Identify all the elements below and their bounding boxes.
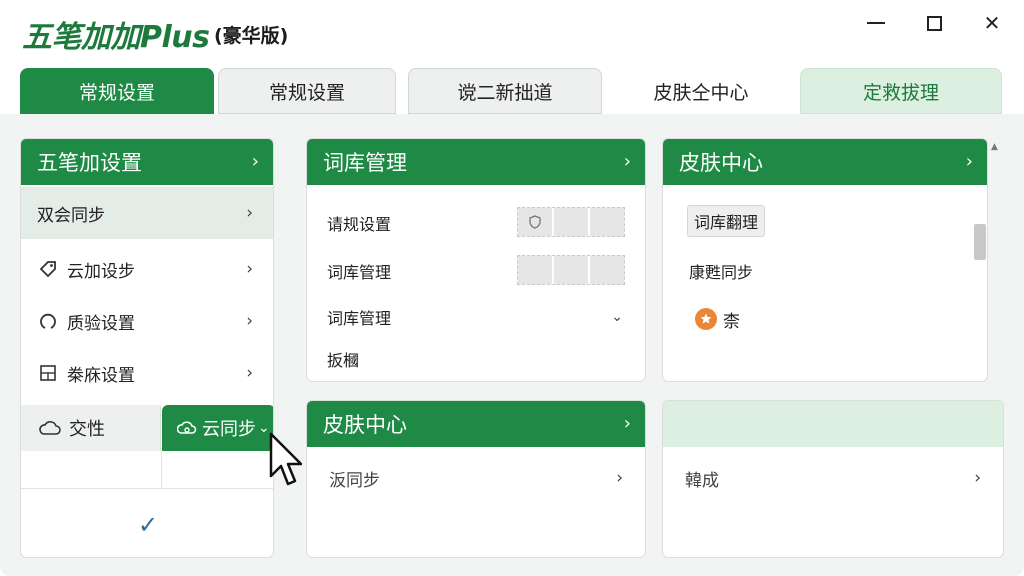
- maximize-icon: [926, 15, 942, 31]
- shield-icon: [518, 208, 554, 236]
- lexicon-manage-button[interactable]: 词库翻理: [687, 205, 766, 237]
- minimize-button[interactable]: [856, 6, 896, 40]
- skin-panel-2-header[interactable]: 皮肤中心 ›: [307, 401, 645, 447]
- skin-panel-2-title: 皮肤中心: [323, 413, 407, 437]
- subtab-content: [21, 451, 273, 489]
- lexicon-row-label: 词库管理: [327, 263, 392, 282]
- chevron-right-icon: ›: [246, 259, 253, 279]
- cloud-sync-icon: [176, 417, 198, 439]
- extra-panel-row[interactable]: 韓成 ›: [663, 461, 1003, 495]
- settings-panel: 五笔加设置 › 双会同步 › 云加设步 › 质验设置 › 桊庥设置 › 交性 云…: [20, 138, 274, 558]
- settings-panel-title: 五笔加设置: [37, 151, 142, 175]
- sidebar-item-label: 质验设置: [67, 313, 135, 334]
- tab-general-2[interactable]: 常规设置: [218, 68, 396, 114]
- tab-skin-center[interactable]: 皮肤仝中心: [604, 68, 798, 114]
- subtab-local[interactable]: 交性: [21, 405, 161, 451]
- minimize-icon: [867, 22, 885, 24]
- title-bar: 五笔加加Plus (豪华版) ✕: [0, 0, 1024, 62]
- extra-panel-header[interactable]: [663, 401, 1003, 447]
- extra-panel: 韓成 ›: [662, 400, 1004, 558]
- chevron-right-icon: ›: [246, 363, 253, 383]
- lexicon-row-label: 词库管理: [327, 309, 392, 328]
- lexicon-panel-title: 词库管理: [323, 151, 407, 175]
- chevron-right-icon: ›: [246, 203, 253, 223]
- skin-panel-2-row[interactable]: 汳同步 ›: [307, 461, 645, 495]
- chevron-right-icon: ›: [623, 413, 631, 434]
- chevron-right-icon: ›: [974, 468, 981, 488]
- tab-general-1[interactable]: 常规设置: [20, 68, 214, 114]
- mouse-cursor-icon: [268, 432, 303, 492]
- lexicon-field-2[interactable]: [517, 255, 625, 285]
- chevron-right-icon: ›: [623, 151, 631, 172]
- sidebar-item-sync[interactable]: 双会同步 ›: [21, 187, 273, 239]
- lexicon-panel-header[interactable]: 词库管理 ›: [307, 139, 645, 185]
- lexicon-row-4: 扳槶: [307, 343, 645, 375]
- skin-sync-row: 康甦同步: [663, 255, 987, 287]
- subtab-local-label: 交性: [69, 419, 105, 440]
- sidebar-item-label: 云加设步: [67, 261, 135, 282]
- app-window: 五笔加加Plus (豪华版) ✕ 常规设置 常规设置 谠二新拙道 皮肤仝中心 定…: [0, 0, 1024, 576]
- sidebar-item-label: 桊庥设置: [67, 365, 135, 386]
- sidebar-item-quality[interactable]: 质验设置 ›: [21, 295, 273, 347]
- skin-panel: 皮肤中心 › 词库翻理 康甦同步 柰: [662, 138, 988, 382]
- lexicon-row-label: 请规设置: [327, 215, 392, 234]
- chevron-right-icon: ›: [246, 311, 253, 331]
- settings-panel-header[interactable]: 五笔加设置 ›: [21, 139, 273, 185]
- tag-icon: [37, 258, 59, 280]
- skin-sync-label: 康甦同步: [689, 263, 754, 282]
- scrollbar-thumb[interactable]: [974, 224, 986, 260]
- chevron-down-icon: ⌄: [611, 309, 623, 325]
- skin-panel-header[interactable]: 皮肤中心 ›: [663, 139, 987, 185]
- chevron-right-icon: ›: [965, 151, 973, 172]
- sidebar-item-layout[interactable]: 桊庥设置 ›: [21, 347, 273, 399]
- sidebar-item-cloud[interactable]: 云加设步 ›: [21, 243, 273, 295]
- lexicon-row-label: 扳槶: [327, 351, 360, 370]
- skin-panel-2-row-label: 汳同步: [329, 470, 380, 491]
- star-icon: [695, 308, 717, 330]
- scroll-up-arrow[interactable]: ▲: [991, 142, 998, 152]
- skin-panel-2: 皮肤中心 › 汳同步 ›: [306, 400, 646, 558]
- extra-panel-row-label: 韓成: [685, 470, 719, 491]
- skin-item-row[interactable]: 柰: [663, 303, 987, 335]
- lexicon-panel: 词库管理 › 请规设置 词库管理 词库管理 ⌄ 扳槶: [306, 138, 646, 382]
- tab-new-channel[interactable]: 谠二新拙道: [408, 68, 602, 114]
- chevron-right-icon: ›: [616, 468, 623, 488]
- circle-icon: [37, 310, 59, 332]
- skin-panel-title: 皮肤中心: [679, 151, 763, 175]
- maximize-button[interactable]: [914, 6, 954, 40]
- lexicon-row-3[interactable]: 词库管理 ⌄: [307, 301, 645, 333]
- grid-icon: [37, 362, 59, 384]
- lexicon-field-1[interactable]: [517, 207, 625, 237]
- subtab-cloud-sync[interactable]: 云同步 ⌄: [162, 405, 273, 451]
- confirm-button[interactable]: ✓: [21, 491, 273, 557]
- sidebar-item-label: 双会同步: [37, 205, 105, 226]
- chevron-right-icon: ›: [251, 151, 259, 172]
- app-title: 五笔加加Plus: [22, 20, 210, 55]
- tab-custom[interactable]: 定救拔理: [800, 68, 1002, 114]
- close-button[interactable]: ✕: [972, 6, 1012, 40]
- subtab-cloud-sync-label: 云同步: [202, 419, 256, 440]
- cloud-icon: [39, 417, 61, 439]
- skin-item-label: 柰: [723, 311, 740, 332]
- app-edition: (豪华版): [214, 25, 289, 47]
